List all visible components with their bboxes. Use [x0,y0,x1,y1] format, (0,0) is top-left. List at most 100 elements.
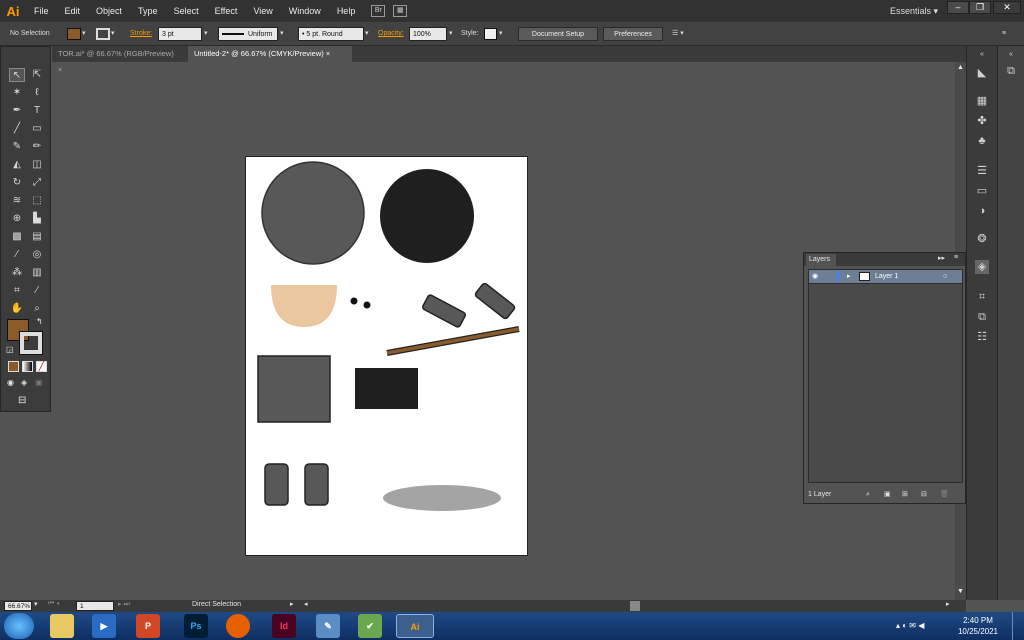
perspective-grid-tool-icon[interactable]: ▙ [29,212,45,226]
black-circle[interactable] [380,169,474,263]
stroke-label[interactable]: Stroke: [130,27,152,41]
visibility-eye-icon[interactable]: ◉ [812,270,818,283]
show-desktop-button[interactable] [1012,612,1024,640]
scroll-up-icon[interactable]: ▲ [957,64,964,71]
pen-tool-icon[interactable]: ✒ [9,104,25,118]
file-explorer-icon[interactable] [50,614,74,638]
column-graph-tool-icon[interactable]: ▥ [29,266,45,280]
menu-file[interactable]: File [26,0,57,22]
eraser-tool-icon[interactable]: ◫ [29,158,45,172]
menu-edit[interactable]: Edit [57,0,89,22]
swap-colors-icon[interactable]: ↰ [36,317,43,326]
gray-square[interactable] [257,355,331,423]
opacity-label[interactable]: Opacity: [378,27,404,41]
variable-width-profile[interactable]: Uniform [218,27,278,41]
rounded-bar-right[interactable] [474,282,516,320]
make-clipping-mask-icon[interactable]: ▣ [884,487,891,503]
bridge-button[interactable]: Br [371,5,386,17]
blend-tool-icon[interactable]: ◎ [29,248,45,262]
blob-brush-tool-icon[interactable]: ◭ [9,158,25,172]
workspace-switcher[interactable]: Essentials ▾ [890,0,938,22]
brush-definition[interactable]: • 5 pt. Round [298,27,364,41]
lasso-tool-icon[interactable]: ℓ [29,86,45,100]
type-tool-icon[interactable]: T [29,104,45,118]
symbols-icon[interactable]: ♣ [975,134,989,148]
default-colors-icon[interactable]: ◲ [6,345,14,354]
menu-object[interactable]: Object [88,0,130,22]
draw-normal-icon[interactable]: ◉ [7,378,19,388]
color-mode-icon[interactable] [8,361,19,372]
appearance-icon[interactable]: ❂ [975,232,989,246]
start-button[interactable] [4,613,34,639]
panel-collapse-icon[interactable]: ▸▸ [938,254,945,262]
indesign-icon[interactable]: Id [272,614,296,638]
fill-dropdown-icon[interactable]: ▾ [82,27,86,41]
gradient-mode-icon[interactable] [22,361,33,372]
artboard-tool-icon[interactable]: ⌗ [9,284,25,298]
screen-mode-icon[interactable]: ⊟ [18,395,34,407]
minimize-button[interactable]: – [947,1,969,14]
brushes-icon[interactable]: ✤ [975,114,989,128]
green-app-icon[interactable]: ✔ [358,614,382,638]
pathfinder-icon[interactable]: ⧉ [975,310,989,324]
stroke-weight-dropdown-icon[interactable]: ▾ [204,27,208,41]
tab-tor-close-icon[interactable]: × [58,65,62,74]
gradient-panel-icon[interactable]: ▭ [975,184,989,198]
draw-inside-icon[interactable]: ▣ [35,378,47,388]
align-icon[interactable]: ⌗ [975,290,989,304]
preferences-button[interactable]: Preferences [603,27,663,41]
layer-row[interactable]: ◉ ▸ Layer 1 ○ [808,269,963,284]
leg-right[interactable] [304,463,329,506]
expand-layer-icon[interactable]: ▸ [847,270,851,283]
transparency-icon[interactable]: ◑ [975,204,989,218]
fill-color-swatch[interactable] [67,28,81,40]
selection-tool-icon[interactable]: ↖ [9,68,25,82]
media-player-icon[interactable]: ▶ [92,614,116,638]
arrange-icon[interactable]: ☰ ▾ [672,27,684,41]
rotate-tool-icon[interactable]: ↻ [9,176,25,190]
menu-window[interactable]: Window [281,0,329,22]
menu-help[interactable]: Help [329,0,364,22]
paint-icon[interactable]: ✎ [316,614,340,638]
hand-tool-icon[interactable]: ✋ [9,302,25,316]
menu-view[interactable]: View [245,0,280,22]
system-clock[interactable]: 2:40 PM 10/25/2021 [954,615,1002,637]
panel-menu-icon[interactable]: ≡ [1002,27,1006,41]
none-mode-icon[interactable]: ╱ [36,361,47,372]
swatches-icon[interactable]: ▦ [975,94,989,108]
layers-panel-icon[interactable]: ◈ [975,260,989,274]
firefox-icon[interactable] [226,614,250,638]
collapse-dock-icon[interactable]: « [975,48,989,62]
panel-options-icon[interactable]: ≡ [954,254,958,261]
stroke-color-swatch[interactable] [96,28,110,40]
stroke-panel-icon[interactable]: ☰ [975,164,989,178]
delete-layer-icon[interactable]: 🗑 [940,487,949,503]
mesh-tool-icon[interactable]: ▩ [9,230,25,244]
line-tool-icon[interactable]: ╱ [9,122,25,136]
status-menu-icon[interactable]: ▸ [290,600,294,608]
opacity-dropdown-icon[interactable]: ▾ [449,27,453,41]
brown-stick[interactable] [386,327,520,355]
skin-half-circle[interactable] [271,285,337,327]
stroke-color-box[interactable] [19,331,43,355]
eye-dot-right[interactable] [363,301,371,309]
color-guide-icon[interactable]: ◣ [975,66,989,80]
collapse-secondary-icon[interactable]: « [1004,48,1018,62]
locate-object-icon[interactable]: ⌕ [866,487,870,503]
menu-effect[interactable]: Effect [207,0,246,22]
leg-left[interactable] [264,463,289,506]
width-tool-icon[interactable]: ≋ [9,194,25,208]
maximize-button[interactable]: ❐ [969,1,991,14]
slice-tool-icon[interactable]: ⁄ [29,284,45,298]
first-page-icon[interactable]: ⏮ ◂ [48,600,59,608]
create-sublayer-icon[interactable]: ⊞ [902,487,908,503]
tab-untitled-2[interactable]: Untitled-2* @ 66.67% (CMYK/Preview) × [188,46,352,62]
black-rectangle[interactable] [355,368,418,409]
layers-tab[interactable]: Layers [806,254,836,266]
document-setup-button[interactable]: Document Setup [518,27,598,41]
paintbrush-tool-icon[interactable]: ✎ [9,140,25,154]
transform-icon[interactable]: ☷ [975,330,989,344]
profile-dropdown-icon[interactable]: ▾ [280,27,284,41]
close-window-button[interactable]: ✕ [993,1,1021,14]
eyedropper-tool-icon[interactable]: ⁄ [9,248,25,262]
